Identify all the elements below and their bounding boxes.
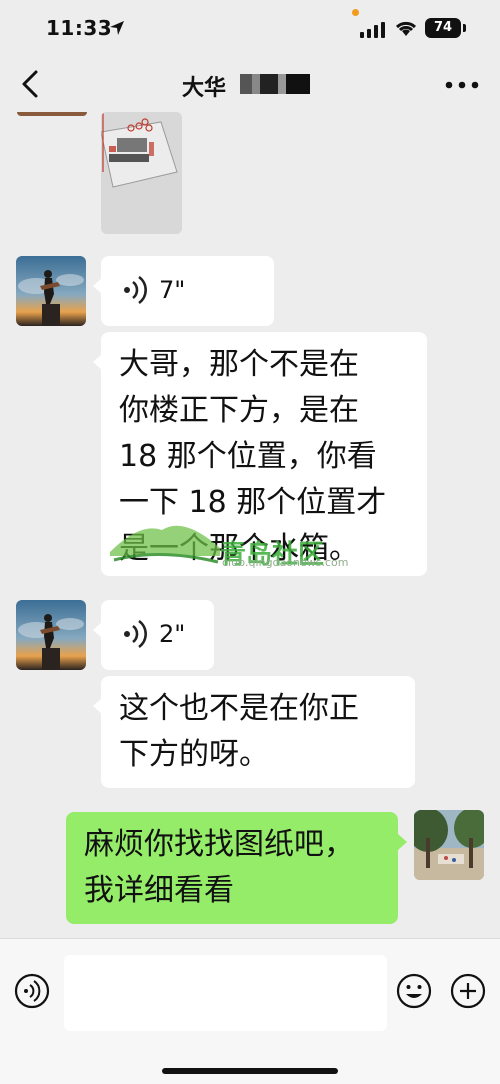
- status-time: 11:33: [46, 16, 113, 40]
- floor-plan-thumbnail: [101, 112, 182, 234]
- message-line: 18 那个位置，你看: [119, 439, 377, 474]
- voice-duration: 2": [159, 620, 186, 648]
- message-line: 麻烦你找找图纸吧，: [84, 827, 354, 862]
- location-arrow-icon: [110, 21, 124, 35]
- home-indicator: [162, 1068, 338, 1074]
- chat-title: 大华: [182, 76, 227, 101]
- plus-icon[interactable]: [450, 973, 486, 1009]
- text-message[interactable]: 这个也不是在你正 下方的呀。: [93, 676, 415, 788]
- contact-avatar[interactable]: [16, 256, 86, 326]
- contact-avatar[interactable]: [16, 600, 86, 670]
- wifi-icon: [395, 21, 417, 36]
- voice-message[interactable]: 7": [93, 256, 274, 326]
- message-line: 你楼正下方，是在: [119, 393, 359, 428]
- message-line: 这个也不是在你正: [119, 691, 359, 726]
- message-line: 下方的呀。: [119, 737, 269, 772]
- battery-indicator: 74: [425, 18, 461, 38]
- message-input[interactable]: [64, 955, 387, 1031]
- emoji-icon[interactable]: [396, 973, 432, 1009]
- avatar: [17, 112, 87, 116]
- image-message[interactable]: [101, 112, 182, 234]
- input-bar: [0, 938, 500, 1084]
- watermark-url: club.qingdaonews.com: [222, 556, 349, 569]
- more-icon[interactable]: [444, 80, 480, 90]
- back-chevron-icon[interactable]: [16, 66, 48, 102]
- voice-wave-icon: [124, 619, 147, 649]
- message-line: 我详细看看: [84, 873, 234, 908]
- voice-message[interactable]: 2": [93, 600, 214, 670]
- voice-input-icon[interactable]: [14, 973, 50, 1009]
- own-avatar[interactable]: [414, 810, 484, 880]
- status-bar: 11:33 74: [0, 0, 500, 56]
- sent-text-message[interactable]: 麻烦你找找图纸吧， 我详细看看: [66, 812, 407, 924]
- signal-icon: [360, 22, 385, 38]
- voice-duration: 7": [159, 276, 186, 304]
- voice-wave-icon: [124, 275, 147, 305]
- message-line: 大哥，那个不是在: [119, 347, 359, 382]
- redacted-name-block: [240, 74, 310, 94]
- battery-tip: [463, 24, 466, 32]
- watermark-logo: 青岛社区 club.qingdaonews.com: [110, 504, 410, 574]
- privacy-indicator: [352, 9, 359, 16]
